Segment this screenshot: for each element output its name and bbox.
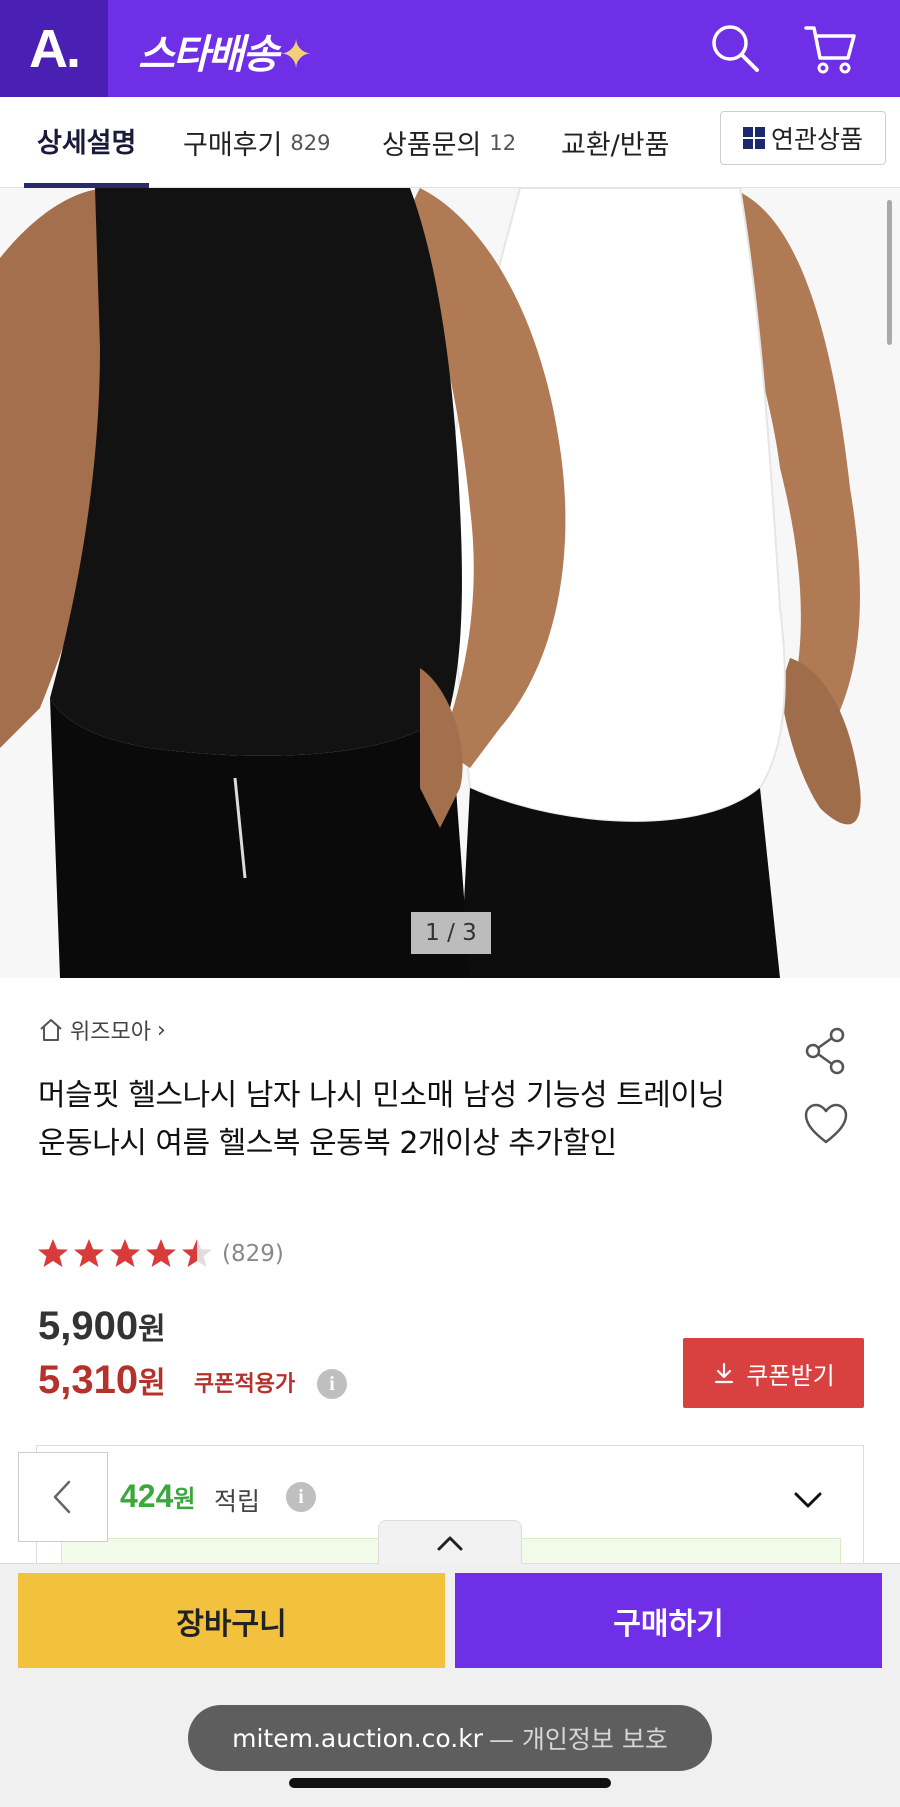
privacy-label: — 개인정보 보호 [488, 1725, 668, 1754]
brand-text: 스타배송 [138, 32, 279, 78]
currency-unit: 원 [173, 1485, 196, 1513]
home-indicator[interactable] [289, 1778, 611, 1788]
star-icon [182, 1239, 212, 1267]
points-value: 424 [120, 1478, 174, 1514]
star-icon [146, 1239, 176, 1267]
shop-name: 위즈모아 [70, 1020, 151, 1045]
expand-drawer-handle[interactable] [378, 1520, 522, 1564]
download-icon [715, 1362, 734, 1384]
product-rating[interactable]: (829) [36, 1237, 284, 1271]
original-price: 5,900원 [38, 1304, 166, 1349]
shop-link[interactable]: 위즈모아 › [38, 1014, 166, 1046]
tab-qna[interactable]: 상품문의 12 [382, 97, 516, 188]
tab-count: 12 [489, 130, 517, 155]
product-title: 머슬핏 헬스나시 남자 나시 민소매 남성 기능성 트레이닝 운동나시 여름 헬… [38, 1078, 725, 1161]
review-count: (829) [222, 1241, 284, 1267]
star-icon [74, 1239, 104, 1267]
tab-label: 상세설명 [37, 127, 137, 159]
get-coupon-label: 쿠폰받기 [746, 1361, 835, 1390]
add-to-cart-button[interactable]: 장바구니 [18, 1573, 445, 1668]
tab-label: 상품문의 [382, 130, 482, 161]
chevron-down-icon[interactable] [790, 1482, 826, 1518]
buy-now-button[interactable]: 구매하기 [455, 1573, 882, 1668]
sparkle-icon: ✦ [279, 32, 312, 78]
get-coupon-button[interactable]: 쿠폰받기 [683, 1338, 864, 1408]
image-pager: 1 / 3 [411, 912, 491, 954]
logo-text: A. [29, 18, 81, 79]
chevron-left-icon [53, 1480, 71, 1514]
star-icon [110, 1239, 140, 1267]
tab-reviews[interactable]: 구매후기 829 [183, 97, 330, 188]
chevron-up-icon [437, 1536, 463, 1550]
wishlist-heart-icon[interactable] [803, 1102, 849, 1146]
url-text: mitem.auction.co.kr [232, 1723, 483, 1753]
star-rating [36, 1237, 216, 1271]
page-scrollbar[interactable] [887, 200, 892, 345]
back-button[interactable] [18, 1452, 108, 1542]
tab-details[interactable]: 상세설명 [24, 97, 150, 188]
currency-unit: 원 [138, 1366, 166, 1401]
coupon-price: 5,310원 [38, 1358, 166, 1403]
home-icon [40, 1019, 62, 1041]
coupon-price-value: 5,310 [38, 1358, 139, 1402]
original-price-value: 5,900 [38, 1304, 139, 1348]
app-header: A. 스타배송✦ [0, 0, 900, 97]
star-icon [38, 1239, 68, 1267]
tab-label: 구매후기 [183, 130, 283, 161]
search-icon[interactable] [705, 18, 765, 78]
product-image-carousel[interactable] [0, 188, 900, 978]
related-products-label: 연관상품 [770, 125, 863, 154]
points-amount: 424원 [120, 1478, 195, 1515]
points-label: 적립 [214, 1487, 261, 1516]
points-info-icon[interactable]: i [286, 1482, 316, 1512]
coupon-info-icon[interactable]: i [317, 1369, 347, 1399]
product-photo [0, 188, 900, 978]
cart-icon[interactable] [800, 18, 860, 78]
grid-icon [742, 127, 765, 149]
tab-label: 교환/반품 [561, 130, 670, 161]
coupon-price-label: 쿠폰적용가 [194, 1372, 296, 1397]
auction-logo[interactable]: A. [0, 0, 108, 97]
share-icon[interactable] [803, 1026, 849, 1076]
currency-unit: 원 [138, 1312, 166, 1347]
tab-count: 829 [290, 130, 331, 155]
tab-returns[interactable]: 교환/반품 [561, 97, 669, 188]
related-products-button[interactable]: 연관상품 [720, 111, 886, 165]
chevron-right-icon: › [156, 1017, 166, 1043]
product-tabs: 상세설명 구매후기 829 상품문의 12 교환/반품 연관상품 [0, 97, 900, 188]
star-delivery-brand[interactable]: 스타배송✦ [138, 22, 313, 80]
browser-url-bar[interactable]: mitem.auction.co.kr — 개인정보 보호 [188, 1705, 712, 1771]
